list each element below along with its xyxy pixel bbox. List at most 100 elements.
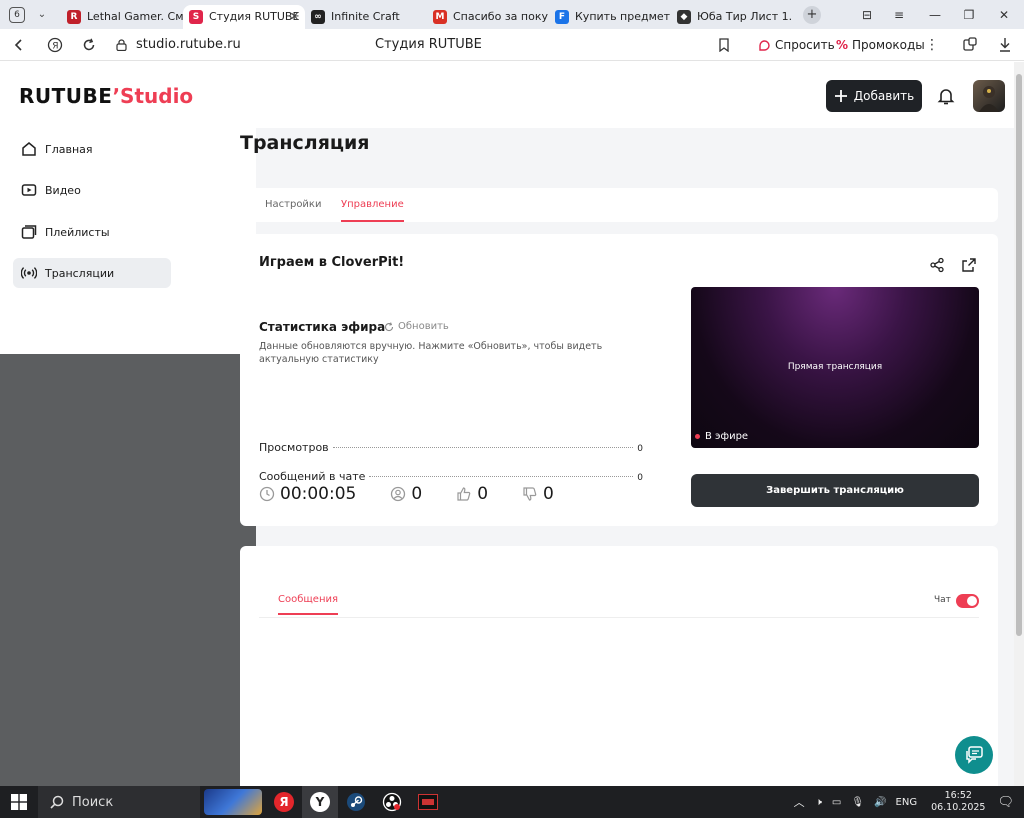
tray-chevron-icon[interactable]: ︿ — [794, 794, 805, 810]
likes-value: 0 — [477, 484, 489, 504]
add-button-label: Добавить — [853, 89, 915, 103]
new-tab-button[interactable]: + — [803, 5, 821, 24]
stat-value: 0 — [637, 473, 643, 483]
tab-favicon-icon: F — [555, 9, 569, 24]
obs-icon[interactable] — [374, 786, 410, 818]
back-button[interactable] — [4, 30, 34, 60]
tab-favicon-icon: S — [189, 9, 203, 24]
browser-tab[interactable]: R Lethal Gamer. См — [61, 5, 183, 29]
clock-icon — [259, 486, 275, 502]
dimmed-overlay[interactable] — [0, 354, 256, 786]
bell-icon[interactable] — [936, 86, 956, 106]
logo-dot: ʼ — [112, 84, 121, 108]
collection-icon[interactable]: ⊟ — [850, 0, 884, 29]
logo-main: RUTUBE — [19, 84, 113, 108]
tab-count-badge[interactable]: 6 — [9, 6, 25, 23]
browser-tab[interactable]: M Спасибо за покуп — [427, 5, 549, 29]
browser-tab[interactable]: ∞ Infinite Craft — [305, 5, 427, 29]
live-dot-icon — [695, 434, 700, 439]
sidebar-item-label: Трансляции — [45, 266, 115, 280]
viewers-value: 0 — [411, 484, 423, 504]
ask-icon — [759, 39, 770, 51]
sidebar-item-playlists[interactable]: Плейлисты — [13, 217, 171, 247]
stat-label: Сообщений в чате — [259, 470, 366, 483]
extensions-icon[interactable] — [962, 37, 978, 53]
tab-list-chevron-icon[interactable]: ⌄ — [31, 5, 53, 25]
clock-date: 06.10.2025 — [931, 802, 986, 813]
speaker-icon[interactable]: 🕨 — [816, 797, 822, 808]
plus-icon — [834, 90, 847, 102]
sidebar-item-broadcasts[interactable]: Трансляции — [13, 258, 171, 288]
download-icon[interactable] — [998, 37, 1012, 53]
more-icon[interactable]: ⋮ — [925, 37, 939, 53]
news-widget-icon[interactable] — [200, 786, 266, 818]
viewers-icon — [391, 486, 406, 502]
notifications-icon[interactable]: 🗨 — [997, 795, 1014, 810]
sidebar-item-label: Видео — [45, 183, 81, 197]
steam-icon[interactable] — [338, 786, 374, 818]
likes-stat: 0 — [456, 484, 488, 504]
refresh-button[interactable]: Обновить — [384, 321, 449, 332]
stream-title: Играем в CloverPit! — [259, 255, 405, 270]
stats-title: Статистика эфира — [259, 320, 386, 334]
stat-value: 0 — [637, 444, 643, 454]
external-link-icon[interactable] — [961, 257, 977, 273]
yandex-app-icon[interactable]: Y — [302, 786, 338, 818]
network-icon[interactable]: ▭ — [832, 797, 841, 808]
restore-button[interactable]: ❐ — [952, 0, 986, 29]
bookmark-icon[interactable] — [718, 38, 730, 52]
support-chat-button[interactable] — [955, 736, 993, 774]
ask-label: Спросить — [775, 38, 835, 52]
browser-tab-label: Lethal Gamer. См — [87, 10, 183, 23]
rutube-studio-logo[interactable]: RUTUBE ʼ Studio — [19, 84, 193, 108]
game-window-icon[interactable] — [410, 786, 446, 818]
yandex-icon[interactable]: Я — [40, 30, 70, 60]
close-tab-icon[interactable]: ✕ — [290, 10, 299, 23]
thumbs-up-icon — [457, 487, 471, 501]
add-button[interactable]: Добавить — [826, 80, 922, 112]
minimize-button[interactable]: — — [918, 0, 952, 29]
start-button[interactable] — [0, 786, 38, 818]
system-tray: ︿ 🕨 ▭ 🎙 🔊 ENG 16:52 06.10.2025 🗨 — [788, 786, 1024, 818]
end-stream-button[interactable]: Завершить трансляцию — [691, 474, 979, 507]
sidebar-item-label: Главная — [45, 142, 93, 156]
tab-messages[interactable]: Сообщения — [278, 594, 339, 615]
ask-button[interactable]: Спросить — [750, 33, 843, 57]
avatar[interactable] — [973, 80, 1005, 112]
close-window-button[interactable]: ✕ — [987, 0, 1021, 29]
browser-tab[interactable]: S Студия RUTUBE ✕ — [183, 4, 305, 29]
page-scrollbar[interactable] — [1014, 62, 1024, 786]
chat-toggle[interactable] — [956, 594, 979, 608]
tab-settings[interactable]: Настройки — [265, 199, 321, 210]
studio-page: RUTUBE ʼ Studio Добавить Главная Видео Пле… — [0, 62, 1014, 786]
reload-icon[interactable] — [74, 30, 104, 60]
promo-button[interactable]: % Промокоды — [830, 33, 931, 57]
page-title-text: Студия RUTUBE — [375, 37, 482, 52]
address-bar: Я studio.rutube.ru Студия RUTUBE Спросит… — [0, 29, 1024, 61]
browser-tab[interactable]: F Купить предметы — [549, 5, 671, 29]
taskbar-search[interactable]: Поиск — [38, 786, 200, 818]
clock[interactable]: 16:52 06.10.2025 — [931, 790, 985, 814]
microphone-icon[interactable]: 🎙 — [851, 797, 864, 808]
stream-card: Играем в CloverPit! Статистика эфира Обн… — [240, 234, 998, 526]
share-icon[interactable] — [929, 257, 945, 273]
chat-toggle-label: Чат — [934, 595, 951, 605]
menu-icon[interactable]: ≡ — [882, 0, 916, 29]
preview-text: Прямая трансляция — [787, 362, 883, 372]
yandex-browser-icon[interactable]: Я — [266, 786, 302, 818]
language-indicator[interactable]: ENG — [896, 797, 918, 808]
scrollbar-thumb[interactable] — [1016, 74, 1022, 636]
browser-tab[interactable]: ◆ Юба Тир Лист 1.7 — [671, 5, 793, 29]
refresh-label: Обновить — [398, 321, 449, 332]
tab-favicon-icon: R — [67, 9, 81, 24]
tab-management[interactable]: Управление — [341, 199, 404, 222]
thumbs-down-icon — [523, 487, 537, 501]
sidebar-item-video[interactable]: Видео — [13, 175, 171, 205]
url-text[interactable]: studio.rutube.ru — [136, 37, 241, 52]
chat-divider — [259, 617, 979, 618]
tab-favicon-icon: ∞ — [311, 9, 325, 24]
stream-preview[interactable]: Прямая трансляция В эфире — [691, 287, 979, 448]
sidebar-item-home[interactable]: Главная — [13, 134, 171, 164]
volume-icon[interactable]: 🔊 — [874, 797, 886, 808]
support-chat-icon — [966, 746, 983, 764]
